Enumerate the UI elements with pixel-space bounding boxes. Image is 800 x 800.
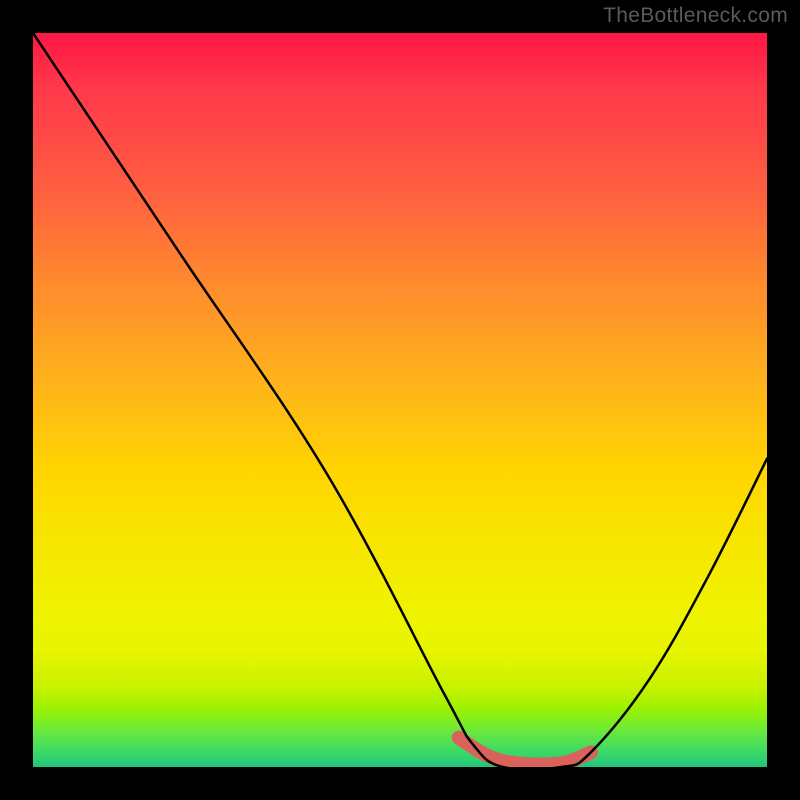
chart-frame: TheBottleneck.com: [0, 0, 800, 800]
plot-area: [33, 33, 767, 767]
bottleneck-curve: [33, 33, 767, 767]
bottleneck-curve-svg: [33, 33, 767, 767]
watermark-text: TheBottleneck.com: [603, 4, 788, 28]
